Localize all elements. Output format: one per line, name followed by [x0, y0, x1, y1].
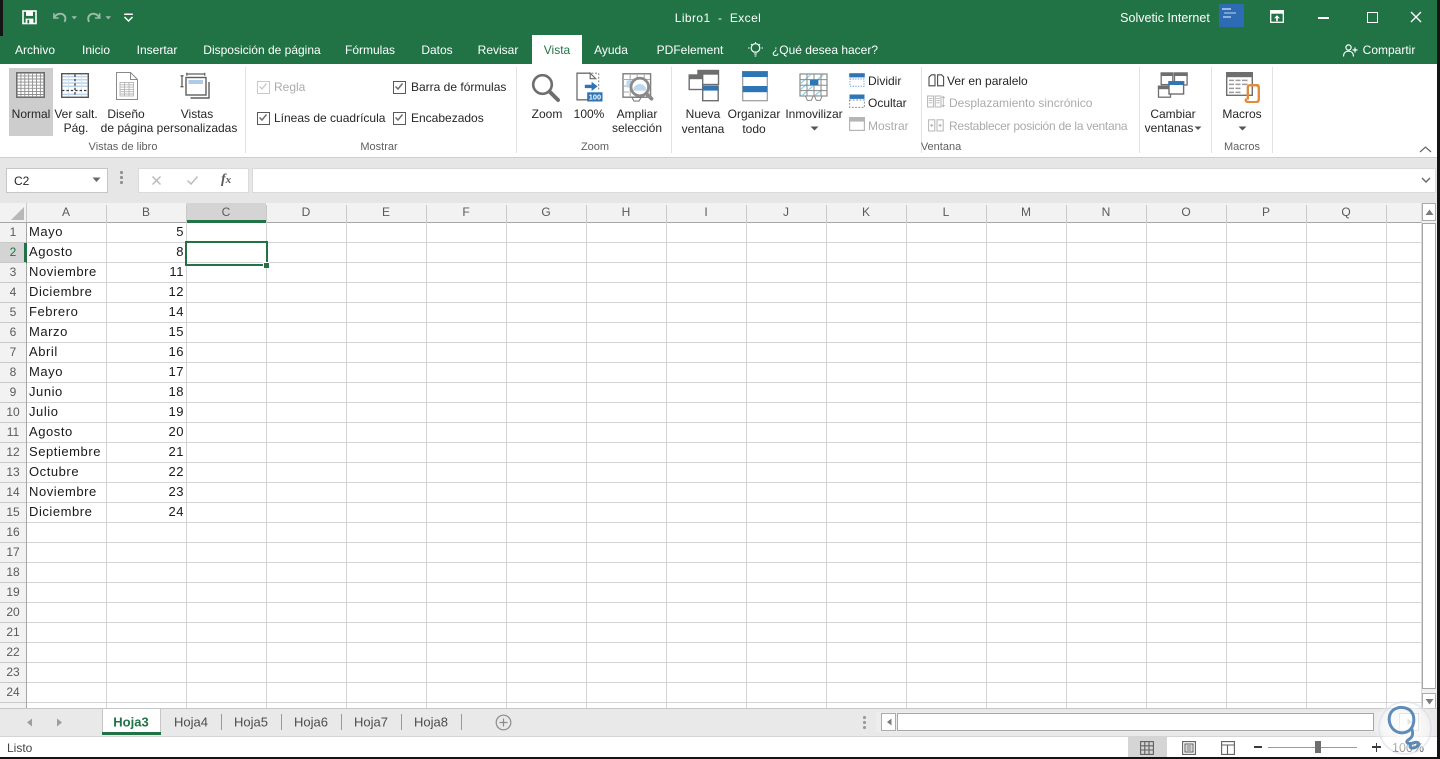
svg-text:100: 100 [589, 93, 601, 102]
